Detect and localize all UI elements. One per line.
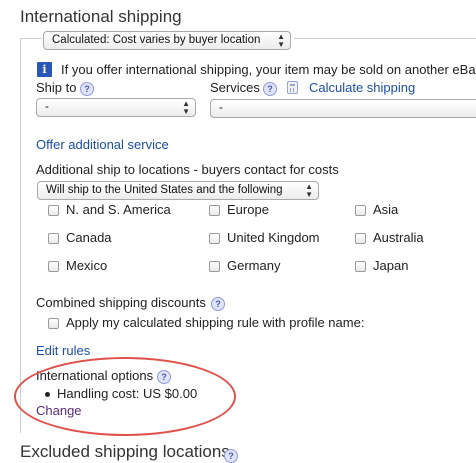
highlight-oval: [14, 357, 236, 436]
location-label-asia: Asia: [373, 202, 399, 217]
fieldset-border-top-right: [294, 38, 476, 39]
offer-additional-service-link[interactable]: Offer additional service: [36, 137, 169, 152]
apply-rule-label: Apply my calculated shipping rule with p…: [66, 315, 365, 330]
ship-to-label: Ship to: [36, 80, 77, 95]
additional-locations-select[interactable]: Will ship to the United States and the f…: [37, 181, 319, 200]
services-value: -: [219, 102, 223, 114]
location-label-united-kingdom: United Kingdom: [227, 230, 320, 245]
checkbox-mexico[interactable]: [48, 261, 59, 272]
combined-discounts-label: Combined shipping discounts: [36, 295, 206, 310]
apply-rule-checkbox[interactable]: [48, 318, 59, 329]
services-label: Services: [210, 80, 260, 95]
select-arrows-icon: ▲ ▼: [182, 98, 190, 116]
excluded-help-icon[interactable]: ?: [224, 449, 238, 463]
combined-discounts-help-icon[interactable]: ?: [211, 297, 225, 311]
location-label-japan: Japan: [373, 258, 409, 273]
shipping-type-value: Calculated: Cost varies by buyer locatio…: [52, 34, 261, 46]
location-label-canada: Canada: [66, 230, 112, 245]
select-arrows-icon: ▲ ▼: [277, 31, 285, 49]
info-icon: i: [37, 62, 52, 77]
shipping-type-select[interactable]: Calculated: Cost varies by buyer locatio…: [43, 31, 291, 50]
calculate-shipping-link[interactable]: Calculate shipping: [309, 80, 415, 95]
services-select[interactable]: -: [210, 99, 476, 118]
services-help-icon[interactable]: ?: [263, 82, 277, 96]
checkbox-n-s-america[interactable]: [48, 205, 59, 216]
fieldset-border-left: [20, 38, 21, 433]
location-label-europe: Europe: [227, 202, 269, 217]
section-title-international-shipping: International shipping: [20, 7, 182, 26]
ship-to-value: -: [45, 101, 49, 113]
additional-locations-label: Additional ship to locations - buyers co…: [36, 162, 339, 177]
section-title-excluded-locations: Excluded shipping locations: [20, 442, 230, 461]
checkbox-canada[interactable]: [48, 233, 59, 244]
fieldset-border-top-left: [20, 38, 42, 39]
calculator-icon[interactable]: [287, 81, 298, 94]
ship-to-select[interactable]: - ▲ ▼: [36, 98, 196, 117]
checkbox-japan[interactable]: [355, 261, 366, 272]
location-label-germany: Germany: [227, 258, 281, 273]
additional-locations-value: Will ship to the United States and the f…: [46, 184, 283, 196]
checkbox-united-kingdom[interactable]: [209, 233, 220, 244]
checkbox-europe[interactable]: [209, 205, 220, 216]
checkbox-asia[interactable]: [355, 205, 366, 216]
ship-to-help-icon[interactable]: ?: [80, 82, 94, 96]
location-label-australia: Australia: [373, 230, 424, 245]
edit-rules-link[interactable]: Edit rules: [36, 343, 90, 358]
checkbox-germany[interactable]: [209, 261, 220, 272]
select-arrows-icon: ▲ ▼: [305, 181, 313, 199]
info-message: If you offer international shipping, you…: [61, 62, 476, 77]
location-label-mexico: Mexico: [66, 258, 108, 273]
location-label-n-s-america: N. and S. America: [66, 202, 171, 217]
checkbox-australia[interactable]: [355, 233, 366, 244]
